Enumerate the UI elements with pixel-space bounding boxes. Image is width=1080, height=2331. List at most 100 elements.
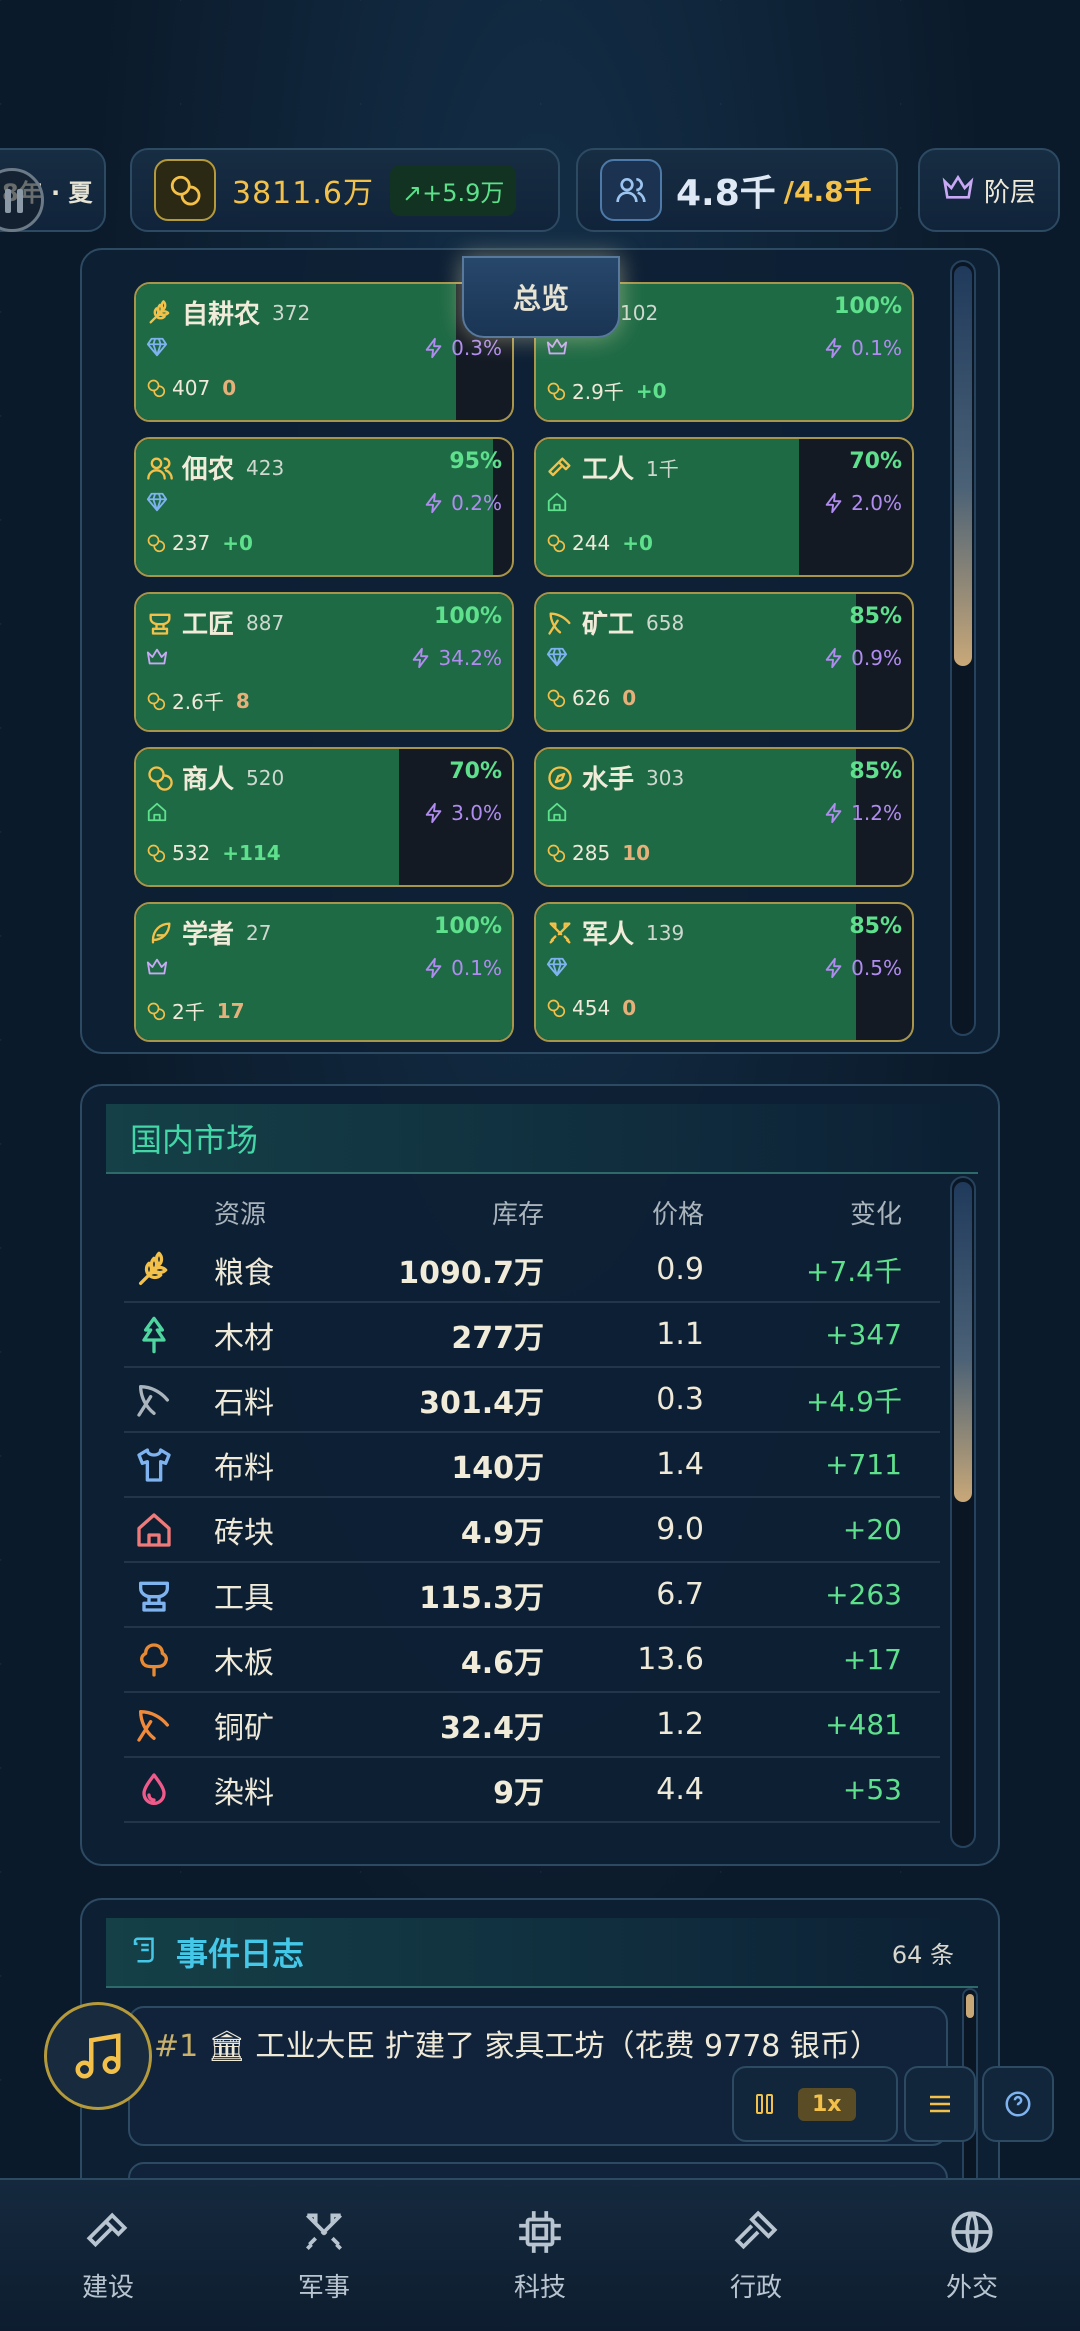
house-icon — [146, 801, 168, 823]
population-chip[interactable]: 4.8千 /4.8千 — [576, 148, 898, 232]
market-row[interactable]: 粮食 1090.7万 0.9 +7.4千 — [124, 1238, 940, 1303]
market-row[interactable]: 木材 277万 1.1 +347 — [124, 1303, 940, 1368]
crown-icon — [942, 173, 974, 207]
market-row[interactable]: 石料 301.4万 0.3 +4.9千 — [124, 1368, 940, 1433]
resource-stock: 4.6万 — [460, 1645, 544, 1681]
coins-icon — [154, 159, 216, 221]
resource-price: 4.4 — [656, 1772, 704, 1807]
market-row[interactable]: 染料 9万 4.4 +53 — [124, 1758, 940, 1823]
house-icon — [124, 1510, 184, 1550]
strata-card[interactable]: 商人 520 70% 3.0% 532 +114 — [134, 747, 514, 887]
strata-scrollbar[interactable] — [950, 260, 976, 1036]
tab-overview[interactable]: 总览 — [462, 256, 620, 338]
tree-icon — [124, 1315, 184, 1355]
strata-card[interactable]: 水手 303 85% 1.2% 285 10 — [534, 747, 914, 887]
nav-admin[interactable]: 行政 — [648, 2180, 864, 2331]
strata-wealth: 407 — [172, 376, 211, 400]
event-text: 工业大臣 扩建了 家具工坊（花费 9778 银币） — [255, 2029, 880, 2064]
strata-card[interactable]: 军人 139 85% 0.5% 454 0 — [534, 902, 914, 1042]
scroll-thumb[interactable] — [966, 1994, 974, 2018]
crown-icon — [146, 956, 168, 978]
strata-influence: 1.2% — [823, 801, 902, 825]
scroll-thumb[interactable] — [954, 1182, 972, 1502]
treasury-chip[interactable]: 3811.6万 ↗+5.9万 — [130, 148, 560, 232]
strata-wealth-delta: 17 — [216, 998, 245, 1023]
market-row[interactable]: 工具 115.3万 6.7 +263 — [124, 1563, 940, 1628]
strata-wealth-delta: 10 — [622, 841, 651, 865]
coins-icon — [146, 378, 166, 398]
bolt-icon — [823, 957, 845, 979]
strata-wealth-delta: 0 — [622, 686, 637, 710]
strata-card[interactable]: 学者 27 100% 0.1% 2千 17 — [134, 902, 514, 1042]
bolt-icon — [423, 957, 445, 979]
wheat-icon — [146, 299, 174, 327]
nav-diplomacy[interactable]: 外交 — [864, 2180, 1080, 2331]
treasury-value: 3811.6万 — [232, 176, 374, 211]
coins-icon — [146, 843, 166, 863]
nav-tech-label: 科技 — [513, 2273, 566, 2303]
strata-influence: 0.9% — [823, 646, 902, 670]
strata-button[interactable]: 阶层 — [918, 148, 1060, 232]
strata-satisfaction: 70% — [449, 759, 502, 784]
strata-card[interactable]: 佃农 423 95% 0.2% 237 +0 — [134, 437, 514, 577]
coins-icon — [546, 533, 566, 553]
strata-card[interactable]: 工人 1千 70% 2.0% 244 +0 — [534, 437, 914, 577]
nav-military[interactable]: 军事 — [216, 2180, 432, 2331]
resource-price: 1.4 — [656, 1447, 704, 1482]
bolt-icon — [823, 647, 845, 669]
market-row[interactable]: 砖块 4.9万 9.0 +20 — [124, 1498, 940, 1563]
crown-icon — [546, 336, 568, 358]
resource-change: +347 — [825, 1318, 902, 1351]
pause-icon[interactable] — [754, 2092, 776, 2116]
strata-count: 1千 — [646, 457, 679, 481]
strata-wealth: 244 — [572, 531, 611, 555]
resource-stock: 277万 — [451, 1320, 544, 1356]
market-scrollbar[interactable] — [950, 1176, 976, 1848]
speed-value[interactable]: 1x — [798, 2087, 856, 2121]
strata-count: 658 — [646, 610, 685, 635]
strata-count: 887 — [246, 610, 285, 635]
strata-count: 520 — [246, 765, 285, 790]
strata-card[interactable]: 矿工 658 85% 0.9% 626 0 — [534, 592, 914, 732]
market-row[interactable]: 铜矿 32.4万 1.2 +481 — [124, 1693, 940, 1758]
help-button[interactable] — [982, 2066, 1054, 2142]
strata-wealth-delta: 0 — [622, 996, 637, 1020]
event-index: #1 — [154, 2029, 199, 2064]
strata-wealth-delta: +114 — [222, 841, 281, 865]
market-panel: 国内市场 资源 库存 价格 变化 粮食 1090.7万 0.9 +7.4千 木材 277万… — [80, 1084, 1000, 1866]
strata-influence: 0.1% — [423, 956, 502, 980]
strata-satisfaction: 85% — [849, 604, 902, 629]
strata-satisfaction: 95% — [449, 449, 502, 474]
menu-button[interactable] — [904, 2066, 976, 2142]
resource-name: 铜矿 — [214, 1710, 274, 1746]
resource-name: 布料 — [214, 1450, 274, 1486]
strata-satisfaction: 100% — [434, 604, 502, 629]
pickaxe-icon — [124, 1380, 184, 1420]
swords-icon — [306, 2213, 342, 2250]
resource-stock: 4.9万 — [460, 1515, 544, 1551]
pickaxe-icon — [546, 609, 574, 637]
events-header: 事件日志 64 条 — [106, 1918, 978, 1988]
bolt-icon — [423, 802, 445, 824]
strata-label: 阶层 — [983, 177, 1036, 208]
nav-military-label: 军事 — [297, 2273, 350, 2303]
strata-name: 工人 — [582, 455, 635, 485]
strata-name: 学者 — [182, 920, 235, 950]
strata-card[interactable]: 工匠 887 100% 34.2% 2.6千 8 — [134, 592, 514, 732]
music-button[interactable] — [44, 2002, 152, 2110]
hammer-icon — [546, 454, 574, 482]
strata-card[interactable]: 自耕农 372 0.3% 407 0 — [134, 282, 514, 422]
strata-satisfaction: 100% — [834, 294, 902, 319]
coins-icon — [146, 691, 166, 711]
scroll-thumb[interactable] — [954, 266, 972, 666]
market-row[interactable]: 木板 4.6万 13.6 +17 — [124, 1628, 940, 1693]
market-row[interactable]: 布料 140万 1.4 +711 — [124, 1433, 940, 1498]
resource-stock: 115.3万 — [419, 1580, 544, 1616]
nav-build[interactable]: 建设 — [0, 2180, 216, 2331]
nav-tech[interactable]: 科技 — [432, 2180, 648, 2331]
resource-name: 木材 — [214, 1320, 274, 1356]
resource-change: +17 — [842, 1643, 902, 1676]
strata-count: 303 — [646, 765, 685, 790]
speed-control[interactable]: 1x — [732, 2066, 898, 2142]
strata-influence: 0.1% — [823, 336, 902, 360]
